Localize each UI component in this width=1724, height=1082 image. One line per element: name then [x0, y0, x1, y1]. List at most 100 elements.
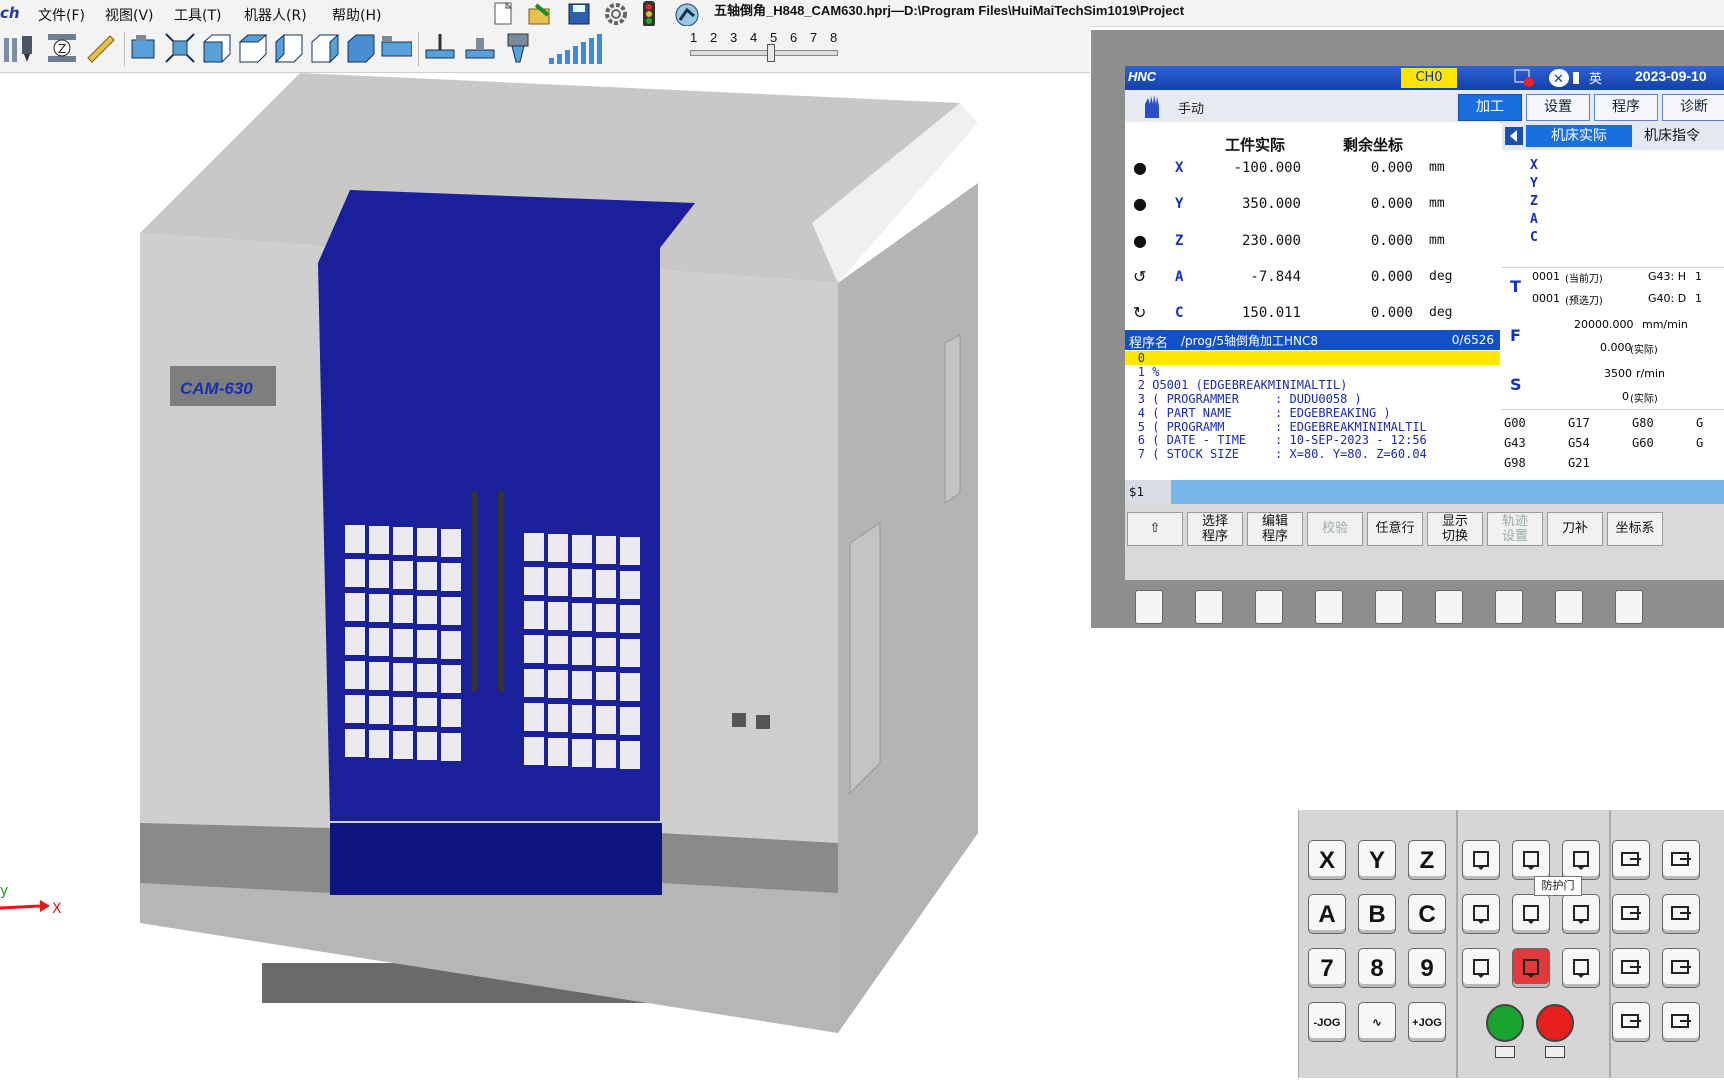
coolant-key-2[interactable]: [1512, 894, 1550, 934]
iso-view-icon[interactable]: [128, 32, 160, 64]
save-icon[interactable]: [566, 1, 592, 27]
back-arrow-icon[interactable]: [1505, 127, 1523, 145]
program-line[interactable]: 5 ( PROGRAMM : EDGEBREAKMINIMALTIL: [1125, 420, 1500, 434]
top-view-icon[interactable]: [236, 32, 268, 64]
tool-holder-icon[interactable]: [2, 32, 34, 64]
tool-key-2[interactable]: [1562, 948, 1600, 988]
hardware-softkey[interactable]: [1135, 590, 1163, 624]
current-tool: 0001: [1532, 270, 1560, 283]
3d-viewport[interactable]: CAM-630 X y: [0, 73, 1090, 1078]
key-9[interactable]: 9: [1408, 948, 1446, 988]
key-z[interactable]: Z: [1408, 840, 1446, 880]
traffic-light-icon[interactable]: [640, 0, 658, 28]
tool-key-1[interactable]: [1462, 948, 1500, 988]
menu-file[interactable]: 文件(F): [38, 5, 85, 25]
program-line[interactable]: 0: [1125, 351, 1500, 365]
stock-icon[interactable]: [502, 32, 534, 64]
left-view-icon[interactable]: [272, 32, 304, 64]
tool-label: T: [1510, 277, 1521, 296]
coolant-key-1[interactable]: [1462, 894, 1500, 934]
tool-clamp-key[interactable]: [1562, 894, 1600, 934]
softkey-2[interactable]: 选择 程序: [1187, 512, 1243, 546]
workpiece-setup-icon[interactable]: [424, 32, 456, 64]
program-line[interactable]: 3 ( PROGRAMMER : DUDU0058 ): [1125, 392, 1500, 406]
hardware-softkey[interactable]: [1555, 590, 1583, 624]
new-file-icon[interactable]: [490, 1, 516, 27]
door-window-pane: [572, 671, 592, 699]
hardware-softkey[interactable]: [1615, 590, 1643, 624]
fixture-icon[interactable]: [464, 32, 496, 64]
jog-minus-key[interactable]: -JOG: [1308, 1002, 1346, 1042]
softkey-1[interactable]: ⇧: [1127, 512, 1183, 546]
close-alarm-icon[interactable]: ✕: [1547, 68, 1583, 88]
section-view-icon[interactable]: [380, 32, 412, 64]
hardware-softkey[interactable]: [1375, 590, 1403, 624]
program-listing[interactable]: 0 1 % 2 O5001 (EDGEBREAKMINIMALTIL) 3 ( PR…: [1125, 351, 1500, 481]
mode-key-4[interactable]: [1612, 894, 1650, 934]
signal-strength-icon[interactable]: [545, 32, 615, 64]
softkey-6[interactable]: 显示 切换: [1427, 512, 1483, 546]
mode-key-1[interactable]: [1612, 840, 1650, 880]
command-bar[interactable]: $1: [1125, 480, 1724, 504]
guard-door-key[interactable]: [1512, 840, 1550, 880]
softkey-8[interactable]: 刀补: [1547, 512, 1603, 546]
softkey-5[interactable]: 任意行: [1367, 512, 1423, 546]
menu-view[interactable]: 视图(V): [105, 5, 154, 25]
jog-wave-key[interactable]: ∿: [1358, 1002, 1396, 1042]
solid-view-icon[interactable]: [344, 32, 376, 64]
cycle-start-button[interactable]: [1486, 1004, 1524, 1042]
settings-gear-icon[interactable]: [602, 1, 630, 27]
hardware-softkey[interactable]: [1495, 590, 1523, 624]
hardware-softkey[interactable]: [1315, 590, 1343, 624]
key-y[interactable]: Y: [1358, 840, 1396, 880]
hardware-softkey[interactable]: [1255, 590, 1283, 624]
mode-key-7[interactable]: [1612, 948, 1650, 988]
menu-robot[interactable]: 机器人(R): [244, 5, 307, 25]
tab-settings[interactable]: 设置: [1526, 94, 1590, 121]
front-view-icon[interactable]: [200, 32, 232, 64]
key-x[interactable]: X: [1308, 840, 1346, 880]
program-line[interactable]: 4 ( PART NAME : EDGEBREAKING ): [1125, 406, 1500, 420]
feed-hold-button[interactable]: [1536, 1004, 1574, 1042]
menu-help[interactable]: 帮助(H): [332, 5, 381, 25]
speed-slider-thumb[interactable]: [767, 44, 776, 62]
tool-key-red[interactable]: [1512, 948, 1550, 988]
softkey-4[interactable]: 校验: [1307, 512, 1363, 546]
tab-diagnosis[interactable]: 诊断: [1662, 94, 1724, 121]
tab-machining[interactable]: 加工: [1458, 94, 1522, 121]
softkey-7[interactable]: 轨迹 设置: [1487, 512, 1543, 546]
measure-ruler-icon[interactable]: [84, 32, 116, 64]
program-line[interactable]: 6 ( DATE - TIME : 10-SEP-2023 - 12:56: [1125, 433, 1500, 447]
zero-point-icon[interactable]: Z: [46, 32, 78, 64]
light-key[interactable]: [1562, 840, 1600, 880]
key-8[interactable]: 8: [1358, 948, 1396, 988]
fit-view-icon[interactable]: [164, 32, 196, 64]
axis-y-label: y: [0, 883, 8, 899]
program-line[interactable]: 2 O5001 (EDGEBREAKMINIMALTIL): [1125, 378, 1500, 392]
tab-machine-command[interactable]: 机床指令: [1638, 125, 1724, 147]
key-a[interactable]: A: [1308, 894, 1346, 934]
tab-machine-actual[interactable]: 机床实际: [1526, 125, 1632, 147]
tab-program[interactable]: 程序: [1594, 94, 1658, 121]
panel-divider: [1609, 810, 1611, 1078]
hardware-softkey[interactable]: [1195, 590, 1223, 624]
mode-key-2[interactable]: [1662, 840, 1700, 880]
program-line[interactable]: 1 %: [1125, 365, 1500, 379]
jog-plus-key[interactable]: +JOG: [1408, 1002, 1446, 1042]
key-c[interactable]: C: [1408, 894, 1446, 934]
softkey-9[interactable]: 坐标系: [1607, 512, 1663, 546]
mode-key-5[interactable]: [1662, 894, 1700, 934]
right-view-icon[interactable]: [308, 32, 340, 64]
key-b[interactable]: B: [1358, 894, 1396, 934]
mode-key-10[interactable]: [1612, 1002, 1650, 1042]
hardware-softkey[interactable]: [1435, 590, 1463, 624]
menu-tools[interactable]: 工具(T): [174, 5, 221, 25]
spindle-key[interactable]: [1462, 840, 1500, 880]
key-7[interactable]: 7: [1308, 948, 1346, 988]
open-file-icon[interactable]: [526, 1, 554, 27]
program-line[interactable]: 7 ( STOCK SIZE : X=80. Y=80. Z=60.04: [1125, 447, 1500, 461]
function-key-icon: [1523, 905, 1539, 924]
mode-key-11[interactable]: [1662, 1002, 1700, 1042]
mode-key-8[interactable]: [1662, 948, 1700, 988]
softkey-3[interactable]: 编辑 程序: [1247, 512, 1303, 546]
